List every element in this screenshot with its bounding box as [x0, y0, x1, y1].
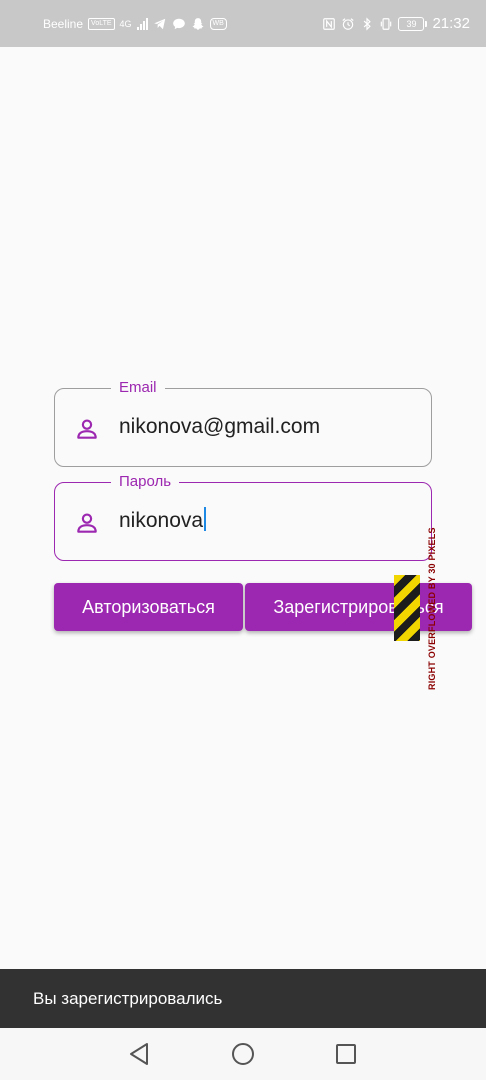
person-icon [77, 513, 97, 533]
snackbar: Вы зарегистрировались [0, 969, 486, 1028]
signal-icon [136, 17, 148, 30]
telegram-icon [153, 18, 165, 29]
register-button[interactable]: Зарегистрироваться [245, 583, 472, 631]
bluetooth-icon [364, 16, 372, 31]
recents-icon[interactable] [332, 1040, 360, 1068]
vibrate-icon [381, 17, 392, 30]
navigation-bar [0, 1028, 486, 1080]
back-icon[interactable] [125, 1040, 153, 1068]
password-field[interactable]: Пароль nikonova [54, 473, 432, 561]
volte-badge: VoLTE [88, 17, 115, 30]
snackbar-message: Вы зарегистрировались [33, 989, 223, 1008]
email-field[interactable]: Email nikonova@gmail.com [54, 379, 432, 467]
password-input[interactable]: nikonova [119, 507, 207, 535]
status-left: Beeline VoLTE 4G WB [43, 17, 227, 31]
overflow-indicator [394, 575, 420, 641]
text-cursor [204, 507, 207, 531]
home-icon[interactable] [229, 1040, 257, 1068]
email-input[interactable]: nikonova@gmail.com [119, 413, 320, 441]
battery-icon: 39 [398, 16, 428, 31]
nfc-icon [323, 17, 336, 30]
snapchat-icon [192, 17, 204, 30]
overflow-message: RIGHT OVERFLOWED BY 30 PIXELS [427, 527, 437, 690]
status-bar: Beeline VoLTE 4G WB 39 21:32 [0, 0, 486, 47]
email-label: Email [111, 379, 165, 397]
status-right: 39 21:32 [322, 15, 470, 32]
carrier-name: Beeline [43, 16, 84, 31]
clock: 21:32 [432, 15, 470, 32]
wb-icon: WB [209, 17, 227, 30]
message-icon [172, 18, 185, 29]
password-label: Пароль [111, 473, 180, 491]
login-button[interactable]: Авторизоваться [54, 583, 243, 631]
password-value: nikonova [119, 509, 204, 532]
alarm-icon [342, 17, 355, 30]
person-icon [77, 419, 97, 439]
network-type: 4G [119, 18, 132, 29]
